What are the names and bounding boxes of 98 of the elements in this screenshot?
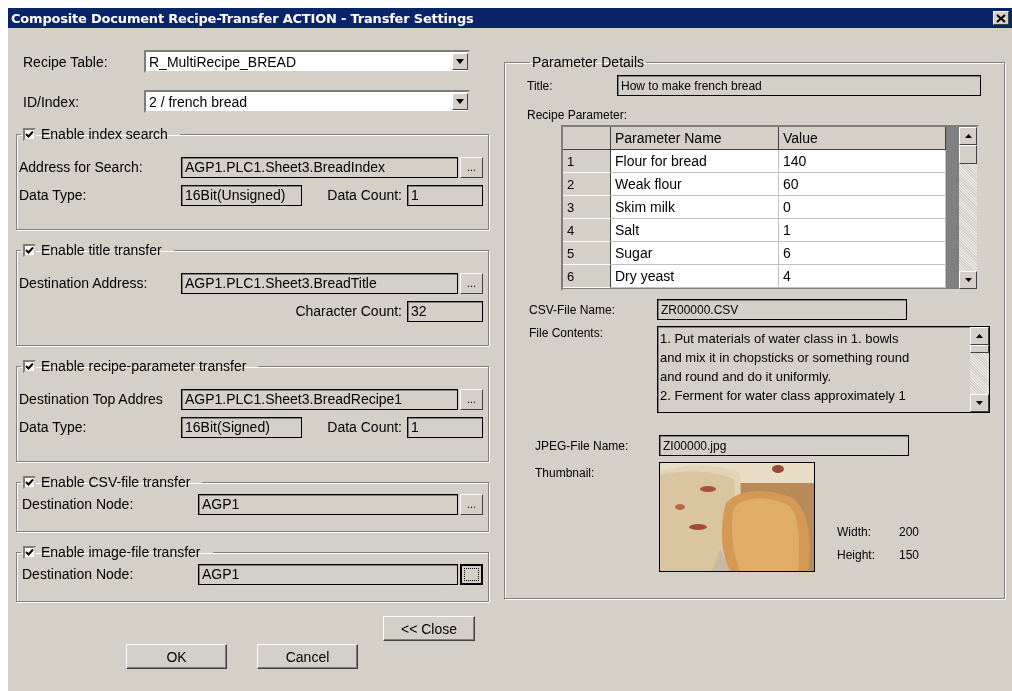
row-header: 5 [563,242,611,265]
table-cell: 140 [779,150,946,173]
table-cell: Dry yeast [611,265,779,288]
input-field[interactable]: AGP1.PLC1.Sheet3.BreadRecipe1 [181,388,458,410]
scroll-thumb[interactable] [959,145,977,164]
dropdown[interactable]: 2 / french bread [144,90,470,113]
field-label: Title: [527,78,554,93]
checkbox[interactable] [23,243,36,257]
caret-icon [976,401,983,405]
table-cell: Weak flour [611,173,779,196]
table-cell: Sugar [611,242,779,265]
field-label: Destination Node: [21,566,135,582]
input-field[interactable]: ZR00000.CSV [657,299,907,320]
input-field[interactable]: 16Bit(Unsigned) [181,184,302,206]
browse-button[interactable]: ... [460,272,483,294]
row-header: 3 [563,196,611,219]
caret-icon [976,334,983,338]
field-label: Thumbnail: [535,465,596,482]
dropdown[interactable]: R_MultiRecipe_BREAD [144,50,470,73]
scroll-thumb[interactable] [970,345,989,353]
row-header: 6 [563,265,611,288]
field-label: ID/Index: [23,93,81,110]
browse-button[interactable]: ... [460,156,483,178]
scroll-down-button[interactable] [959,271,977,289]
dropdown-arrow-button[interactable] [452,93,468,110]
field-label: Data Count: [327,419,402,435]
input-field[interactable]: 16Bit(Signed) [181,416,302,438]
width-value: 200 [899,525,921,539]
field-label: Width: [837,525,872,539]
field-label: JPEG-File Name: [535,438,630,453]
scrollbar[interactable] [959,127,977,289]
checkbox-label: Enable CSV-file transfer [41,474,192,490]
text-area[interactable]: 1. Put materials of water class in 1. bowls and mix it in chopsticks or something round and round and do it uniformly. 2. Ferment for water class approximately 1 [657,326,990,413]
focus-icon [464,567,479,581]
input-field[interactable]: 32 [407,300,483,322]
table-cell: Skim milk [611,196,779,219]
field-label: Recipe Parameter: [527,108,629,122]
table-cell: 4 [779,265,946,288]
input-field[interactable]: AGP1 [198,563,458,585]
input-field[interactable]: AGP1.PLC1.Sheet3.BreadIndex [181,156,458,178]
close-panel-button[interactable]: << Close [383,616,475,641]
height-value: 150 [899,548,921,562]
column-header[interactable]: Parameter Name [611,127,779,150]
table-cell: Salt [611,219,779,242]
field-label: Destination Top Addres [19,391,164,407]
file-contents-text: 1. Put materials of water class in 1. bowls and mix it in chopsticks or something round and round and do it uniformly. 2. Ferment for water class approximately 1 [659,330,911,405]
row-header: 1 [563,150,611,173]
column-header[interactable]: Value [779,127,946,150]
checkbox-label: Enable title transfer [41,242,163,258]
checkbox[interactable] [23,359,36,373]
checkbox[interactable] [23,127,36,141]
input-field[interactable]: AGP1.PLC1.Sheet3.BreadTitle [181,272,458,294]
field-label: Data Count: [327,187,402,203]
caret-icon [456,99,464,104]
row-header: 4 [563,219,611,242]
window-title: Composite Document Recipe-Transfer ACTION - Transfer Settings [11,10,474,26]
field-label: Data Type: [19,419,88,435]
table-cell: 1 [779,219,946,242]
input-field[interactable]: 1 [407,416,483,438]
table-cell: 0 [779,196,946,219]
close-button[interactable] [993,11,1009,25]
field-label: CSV-File Name: [529,302,617,317]
input-field[interactable]: ZI00000.jpg [659,435,909,456]
checkbox-label: Enable recipe-parameter transfer [41,358,248,374]
ok-button[interactable]: OK [126,644,227,669]
scroll-up-button[interactable] [970,327,989,345]
input-field[interactable]: AGP1 [198,493,458,515]
field-label: Data Type: [19,187,88,203]
checkbox[interactable] [23,545,36,559]
cancel-button[interactable]: Cancel [257,644,358,669]
scroll-up-button[interactable] [959,127,977,145]
field-label: Address for Search: [19,159,144,175]
table-cell: 60 [779,173,946,196]
caret-icon [964,134,972,138]
field-label: Character Count: [295,303,402,319]
caret-icon [456,59,464,64]
caret-icon [964,278,972,282]
browse-button[interactable]: ... [460,388,483,410]
field-label: Height: [837,548,877,562]
field-label: Destination Address: [19,275,149,291]
field-label: Recipe Table: [23,53,109,70]
table-cell: 6 [779,242,946,265]
browse-button[interactable]: ... [460,493,483,515]
field-label: Destination Node: [21,496,135,512]
checkbox-label: Enable image-file transfer [41,544,202,560]
row-header: 2 [563,173,611,196]
scroll-down-button[interactable] [970,394,989,412]
checkbox[interactable] [23,475,36,489]
field-label: File Contents: [529,326,605,342]
close-icon [996,13,1006,23]
scrollbar[interactable] [970,327,989,412]
table-cell: Flour for bread [611,150,779,173]
input-field[interactable]: How to make french bread [617,75,981,96]
group-title: Parameter Details [531,54,646,70]
browse-button[interactable] [460,563,483,585]
dropdown-arrow-button[interactable] [452,53,468,70]
checkbox-label: Enable index search [41,126,169,142]
input-field[interactable]: 1 [407,184,483,206]
